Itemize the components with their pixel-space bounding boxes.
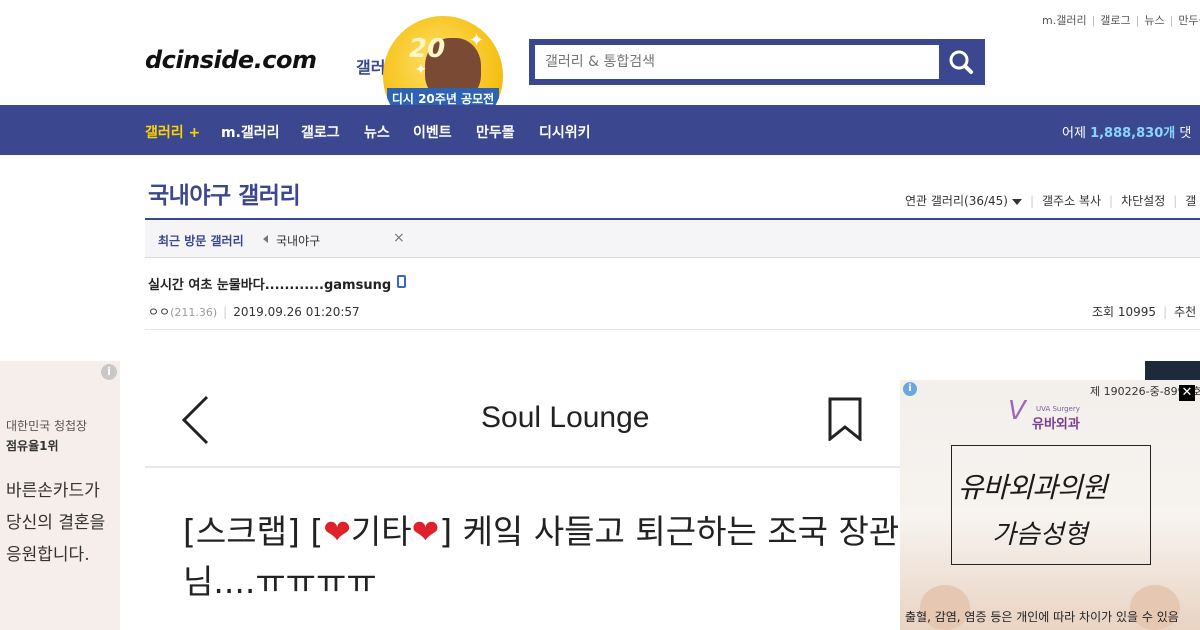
util-link-mgallery[interactable]: m.갤러리 (1042, 14, 1087, 27)
gallery-tool-more[interactable]: 갤 (1185, 194, 1196, 208)
recent-gallery-item[interactable]: 국내야구 (276, 232, 320, 249)
brand-logo-mark: V (1008, 396, 1026, 426)
util-link-news[interactable]: 뉴스 (1144, 14, 1164, 27)
badge-number: 20 (409, 34, 446, 64)
block-settings-button[interactable]: 차단설정 (1121, 194, 1165, 208)
right-floating-ad[interactable]: i 제 190226-중-8994호 ✕ V UVA Surgery 유바외과 … (900, 380, 1200, 630)
post-date: 2019.09.26 01:20:57 (233, 305, 360, 319)
heart-icon: ❤ (411, 512, 440, 551)
post-image-text: [스크랩] [❤기타❤] 케잌 사들고 퇴근하는 조국 장관 님....ㅠㅠㅠㅠ (183, 512, 900, 601)
search-icon (949, 50, 973, 74)
util-link-mall[interactable]: 만두몰 (1178, 14, 1200, 27)
ad-subheadline: 가슴성형 (992, 520, 1088, 550)
divider (145, 329, 1200, 330)
post-stats: 조회 10995 | 추천 (1092, 305, 1197, 319)
nav-item-wiki[interactable]: 디시위키 (539, 122, 591, 142)
post-recommend: 추천 (1174, 305, 1197, 319)
close-icon[interactable]: ✕ (1179, 385, 1195, 401)
util-link-gallog[interactable]: 갤로그 (1100, 14, 1130, 27)
chevron-down-icon (1011, 198, 1022, 205)
related-gallery-dropdown[interactable]: 연관 갤러리(36/45) (905, 194, 1022, 208)
ad-info-icon[interactable]: i (903, 382, 917, 396)
nav-item-gallog[interactable]: 갤로그 (301, 122, 340, 142)
gallery-title[interactable]: 국내야구 갤러리 (148, 176, 301, 210)
post-ip: (211.36) (170, 306, 218, 319)
post-image: Soul Lounge [스크랩] [❤기타❤] 케잌 사들고 퇴근하는 조국 … (145, 361, 900, 630)
ad-headline: 유바외과의원 (958, 471, 1108, 504)
search-input[interactable] (535, 45, 939, 79)
sparkle-icon: ✦ (415, 62, 427, 78)
recent-galleries-bar: 최근 방문 갤러리 국내야구 × (145, 218, 1200, 258)
back-arrow-icon (181, 395, 209, 445)
divider (145, 466, 900, 468)
visitor-stat: 어제 1,888,830개 댓 (1062, 126, 1192, 141)
copy-gallery-address-button[interactable]: 갤주소 복사 (1042, 194, 1101, 208)
left-side-ad[interactable]: i 대한민국 청첩장 점유율1위 바른손카드가 당신의 결혼을 응원합니다. (0, 361, 120, 630)
caret-left-icon[interactable] (263, 235, 268, 243)
nav-item-news[interactable]: 뉴스 (364, 122, 390, 142)
utility-links: m.갤러리|갤로그|뉴스|만두몰 (1042, 12, 1200, 28)
ad-brand-sub: UVA Surgery (1036, 405, 1080, 413)
search-bar (529, 39, 985, 85)
post-views: 조회 10995 (1092, 305, 1157, 319)
nav-item-gallery[interactable]: 갤러리 + (145, 122, 200, 142)
post-meta: ㅇㅇ(211.36) | 2019.09.26 01:20:57 (148, 305, 360, 319)
bookmark-icon (828, 397, 862, 441)
ad-line: 점유율1위 (6, 439, 59, 453)
app-title: Soul Lounge (481, 401, 650, 434)
mobile-icon (397, 275, 406, 288)
close-icon[interactable]: × (393, 230, 405, 246)
ad-info-icon[interactable]: i (101, 364, 117, 380)
corner-ad-strip[interactable] (1145, 361, 1200, 381)
main-nav: 갤러리 + m.갤러리 갤로그 뉴스 이벤트 만두몰 디시위키 어제 1,888… (0, 105, 1200, 155)
nav-item-event[interactable]: 이벤트 (413, 122, 452, 142)
recent-galleries-label: 최근 방문 갤러리 (158, 234, 244, 248)
search-button[interactable] (941, 43, 981, 81)
heart-icon: ❤ (323, 512, 351, 551)
gallery-tools: 연관 갤러리(36/45) | 갤주소 복사 | 차단설정 | 갤 (905, 194, 1197, 208)
site-logo[interactable]: dcinside.com (145, 46, 317, 74)
ad-copy: 바른손카드가 당신의 결혼을 응원합니다. (6, 481, 106, 565)
post-author[interactable]: ㅇㅇ (148, 305, 170, 319)
post-title: 실시간 여초 눈물바다............gamsung (148, 278, 392, 293)
ad-line: 대한민국 청첩장 (6, 419, 88, 433)
ad-disclaimer: 출혈, 감염, 염증 등은 개인에 따라 차이가 있을 수 있음 (905, 610, 1179, 624)
nav-item-mgallery[interactable]: m.갤러리 (221, 122, 280, 142)
ad-brand: 유바외과 (1032, 417, 1080, 432)
sparkle-icon: ✦ (469, 30, 485, 51)
nav-item-mall[interactable]: 만두몰 (476, 122, 515, 142)
